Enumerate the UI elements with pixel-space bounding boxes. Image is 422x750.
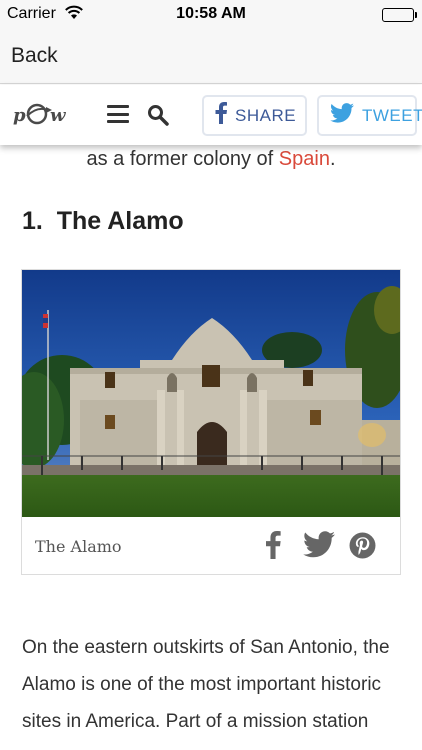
clock: 10:58 AM xyxy=(176,5,246,22)
facebook-share-button[interactable]: SHARE xyxy=(202,95,307,136)
spain-link[interactable]: Spain xyxy=(279,148,330,170)
twitter-share-label: TWEET xyxy=(362,105,422,125)
battery-icon xyxy=(382,8,417,22)
heading-number: 1. xyxy=(22,207,43,235)
site-header: p w SHARE TWEET xyxy=(0,85,422,145)
menu-icon[interactable] xyxy=(107,105,129,123)
article-figure: The Alamo xyxy=(21,269,401,575)
article-content: as a former colony of Spain. 1. The Alam… xyxy=(0,145,422,750)
caption-bar: The Alamo xyxy=(22,517,400,574)
article-paragraph: On the eastern outskirts of San Antonio,… xyxy=(22,637,390,750)
facebook-icon[interactable] xyxy=(265,531,281,564)
twitter-icon xyxy=(330,103,354,128)
site-logo[interactable]: p w xyxy=(12,101,74,129)
previous-paragraph-tail: as a former colony of Spain. xyxy=(0,148,422,171)
tail-text: as a former colony of xyxy=(86,148,279,170)
search-icon[interactable] xyxy=(146,103,170,127)
alamo-photo xyxy=(22,270,400,517)
svg-text:w: w xyxy=(50,105,67,126)
tail-text-end: . xyxy=(329,148,336,170)
facebook-share-label: SHARE xyxy=(235,105,297,125)
status-bar: Carrier 10:58 AM xyxy=(0,0,422,30)
pinterest-icon[interactable] xyxy=(349,532,376,564)
heading-title: The Alamo xyxy=(56,207,184,235)
svg-text:p: p xyxy=(13,105,26,126)
twitter-share-button[interactable]: TWEET xyxy=(317,95,422,136)
image-caption: The Alamo xyxy=(35,537,122,556)
back-button[interactable]: Back xyxy=(11,44,58,68)
section-heading: 1. The Alamo xyxy=(22,207,184,236)
navigation-bar: Back xyxy=(0,30,422,84)
twitter-icon[interactable] xyxy=(303,531,335,563)
facebook-icon xyxy=(215,102,227,129)
